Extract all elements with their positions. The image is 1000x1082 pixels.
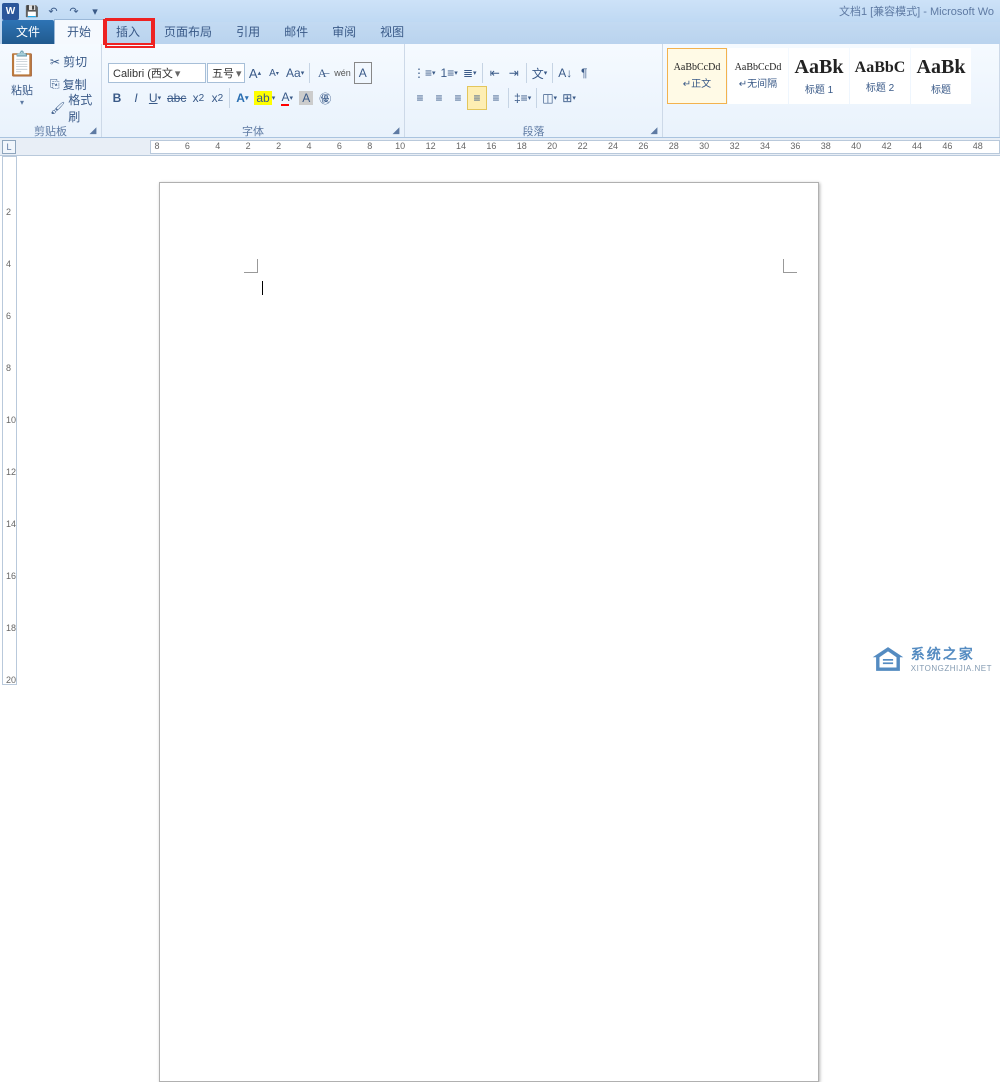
quick-access-toolbar: W 💾 ↶ ↷ ▾	[2, 2, 105, 20]
window-title: 文档1 [兼容模式] - Microsoft Wo	[105, 3, 998, 19]
paste-icon: 📋	[6, 48, 38, 80]
line-spacing-button[interactable]: ‡≡▾	[512, 87, 533, 109]
align-center-button[interactable]: ≡	[430, 87, 448, 109]
change-case-button[interactable]: Aa▾	[284, 62, 306, 84]
watermark: 系统之家XITONGZHIJIA.NET	[871, 644, 992, 673]
group-label: 段落	[405, 123, 662, 137]
group-font: Calibri (西文▾ 五号▾ A▴ A▾ Aa▾ A̶ wén A B I …	[102, 44, 405, 137]
sort-button[interactable]: A↓	[556, 62, 574, 84]
align-right-button[interactable]: ≡	[449, 87, 467, 109]
tab-view[interactable]: 视图	[368, 20, 416, 44]
clipboard-launcher-icon[interactable]: ◢	[87, 124, 99, 136]
text-cursor	[262, 281, 263, 295]
separator	[508, 88, 509, 108]
paragraph-launcher-icon[interactable]: ◢	[648, 124, 660, 136]
clear-format-button[interactable]: A̶	[313, 62, 331, 84]
indent-inc-button[interactable]: ⇥	[505, 62, 523, 84]
horizontal-ruler[interactable]: 8642246810121416182022242628303234363840…	[150, 140, 1000, 154]
highlight-button[interactable]: ab▾	[252, 87, 277, 109]
style-item-heading1[interactable]: AaBk标题 1	[789, 48, 849, 104]
font-size-combo[interactable]: 五号▾	[207, 63, 245, 83]
font-launcher-icon[interactable]: ◢	[390, 124, 402, 136]
group-clipboard: 📋 粘贴 ▾ ✂剪切 ⎘复制 🖌格式刷 剪贴板 ◢	[0, 44, 102, 137]
shrink-font-button[interactable]: A▾	[265, 62, 283, 84]
save-icon[interactable]: 💾	[22, 2, 42, 20]
document-area: 2468101214161820 系统之家XITONGZHIJIA.NET	[0, 156, 1000, 685]
group-label: 字体	[102, 123, 404, 137]
enclose-char-button[interactable]: ㊝	[316, 87, 334, 109]
scissors-icon: ✂	[50, 55, 60, 69]
style-item-heading2[interactable]: AaBbC标题 2	[850, 48, 910, 104]
app-icon[interactable]: W	[2, 3, 19, 20]
format-painter-button[interactable]: 🖌格式刷	[48, 97, 97, 119]
font-name-combo[interactable]: Calibri (西文▾	[108, 63, 206, 83]
char-shading-button[interactable]: A	[297, 87, 315, 109]
indent-dec-button[interactable]: ⇤	[486, 62, 504, 84]
ribbon-tabs: 文件 开始 插入 页面布局 引用 邮件 审阅 视图	[0, 22, 1000, 44]
separator	[482, 63, 483, 83]
tab-page-layout[interactable]: 页面布局	[152, 20, 224, 44]
underline-button[interactable]: U▾	[146, 87, 164, 109]
align-justify-button[interactable]: ≡	[468, 87, 486, 109]
style-gallery[interactable]: AaBbCcDd↵正文 AaBbCcDd↵无间隔 AaBk标题 1 AaBbC标…	[663, 44, 999, 104]
borders-button[interactable]: ⊞▾	[560, 87, 578, 109]
style-item-nospacing[interactable]: AaBbCcDd↵无间隔	[728, 48, 788, 104]
char-border-button[interactable]: A	[354, 62, 372, 84]
separator	[309, 63, 310, 83]
margin-mark-icon	[244, 259, 258, 273]
separator	[526, 63, 527, 83]
group-styles: AaBbCcDd↵正文 AaBbCcDd↵无间隔 AaBk标题 1 AaBbC标…	[663, 44, 1000, 137]
vertical-ruler[interactable]: 2468101214161820	[2, 156, 17, 685]
file-tab[interactable]: 文件	[2, 20, 54, 44]
subscript-button[interactable]: x2	[189, 87, 207, 109]
separator	[536, 88, 537, 108]
cut-button[interactable]: ✂剪切	[48, 51, 97, 73]
brush-icon: 🖌	[50, 101, 65, 115]
redo-icon[interactable]: ↷	[64, 2, 84, 20]
tab-review[interactable]: 审阅	[320, 20, 368, 44]
grow-font-button[interactable]: A▴	[246, 62, 264, 84]
align-distributed-button[interactable]: ≡	[487, 87, 505, 109]
shading-button[interactable]: ◫▾	[540, 87, 559, 109]
numbering-button[interactable]: 1≡▾	[439, 62, 460, 84]
separator	[552, 63, 553, 83]
style-item-normal[interactable]: AaBbCcDd↵正文	[667, 48, 727, 104]
bold-button[interactable]: B	[108, 87, 126, 109]
margin-mark-icon	[783, 259, 797, 273]
bullets-button[interactable]: ⋮≡▾	[411, 62, 438, 84]
copy-icon: ⎘	[50, 77, 60, 92]
undo-icon[interactable]: ↶	[43, 2, 63, 20]
title-bar: W 💾 ↶ ↷ ▾ 文档1 [兼容模式] - Microsoft Wo	[0, 0, 1000, 22]
show-marks-button[interactable]: ¶	[575, 62, 593, 84]
superscript-button[interactable]: x2	[208, 87, 226, 109]
paste-button[interactable]: 📋 粘贴 ▾	[0, 44, 44, 123]
align-left-button[interactable]: ≡	[411, 87, 429, 109]
asian-layout-button[interactable]: 文▾	[530, 62, 550, 84]
document-page[interactable]	[159, 182, 819, 1082]
phonetic-guide-button[interactable]: wén	[332, 62, 353, 84]
strike-button[interactable]: abc	[165, 87, 188, 109]
text-effects-button[interactable]: A▾	[233, 87, 251, 109]
font-color-button[interactable]: A▾	[278, 87, 296, 109]
tab-insert[interactable]: 插入	[104, 20, 152, 44]
house-icon	[871, 645, 905, 673]
tab-home[interactable]: 开始	[54, 19, 104, 44]
tab-references[interactable]: 引用	[224, 20, 272, 44]
tabstop-selector[interactable]: L	[2, 140, 16, 154]
italic-button[interactable]: I	[127, 87, 145, 109]
group-paragraph: ⋮≡▾ 1≡▾ ≣▾ ⇤ ⇥ 文▾ A↓ ¶ ≡ ≡ ≡ ≡ ≡ ‡≡▾	[405, 44, 663, 137]
style-item-title[interactable]: AaBk标题	[911, 48, 971, 104]
qat-customize-dropdown[interactable]: ▾	[85, 2, 105, 20]
separator	[229, 88, 230, 108]
ruler-area: L 86422468101214161820222426283032343638…	[0, 138, 1000, 156]
ribbon: 📋 粘贴 ▾ ✂剪切 ⎘复制 🖌格式刷 剪贴板 ◢ Calibri (西文▾ 五…	[0, 44, 1000, 138]
group-label: 剪贴板	[0, 123, 101, 137]
tab-mailings[interactable]: 邮件	[272, 20, 320, 44]
multilevel-button[interactable]: ≣▾	[461, 62, 479, 84]
